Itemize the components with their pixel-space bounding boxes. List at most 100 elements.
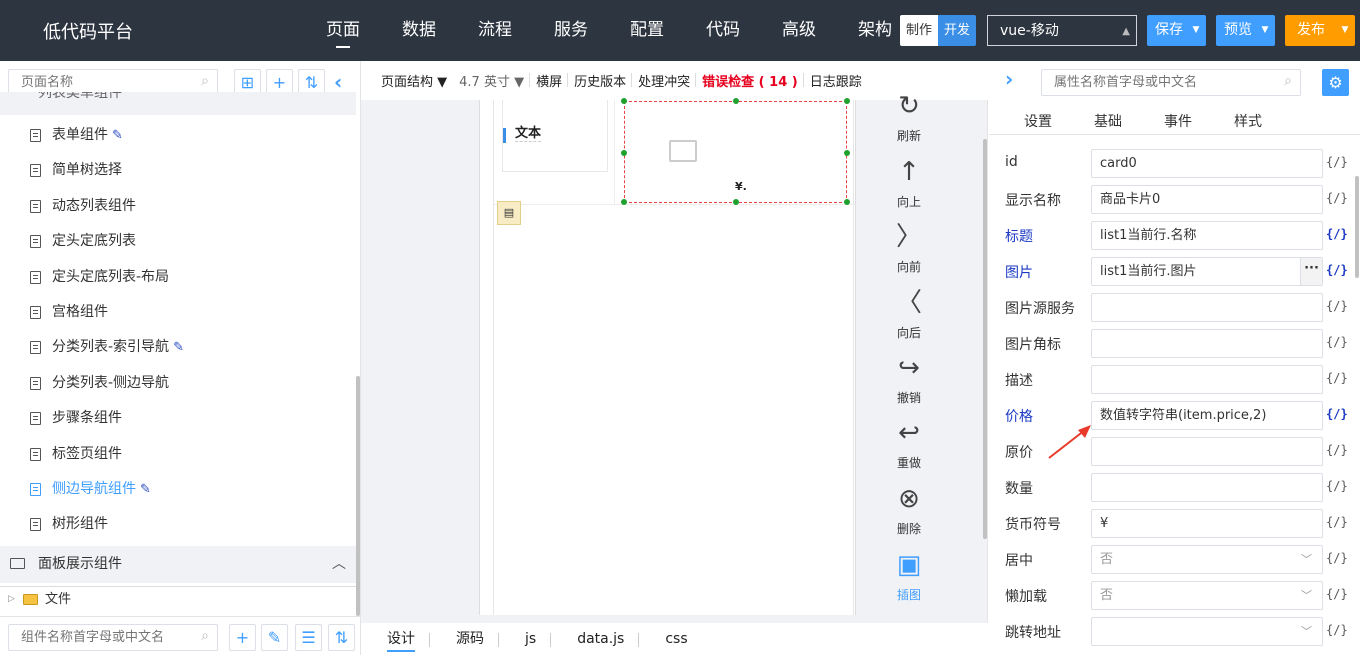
property-input[interactable] bbox=[1091, 293, 1323, 322]
expand-panel-icon[interactable]: › bbox=[1005, 67, 1013, 91]
mode-make-button[interactable]: 制作 bbox=[900, 15, 938, 46]
resize-handle[interactable] bbox=[844, 199, 850, 205]
caret-down-icon[interactable]: ▼ bbox=[1335, 15, 1355, 46]
page-structure-button[interactable]: 页面结构 ▼ bbox=[375, 71, 453, 90]
list-item[interactable]: 分类列表-侧边导航 bbox=[0, 366, 356, 401]
save-button[interactable]: 保存 ▼ bbox=[1147, 15, 1206, 46]
component-search-input[interactable] bbox=[9, 625, 217, 650]
publish-button[interactable]: 发布 ▼ bbox=[1285, 15, 1355, 46]
expression-binding-button[interactable]: {/} bbox=[1326, 191, 1348, 205]
history-button[interactable]: 历史版本 bbox=[568, 71, 633, 90]
back-button[interactable]: 〈向后 bbox=[886, 288, 932, 341]
more-options-button[interactable]: ··· bbox=[1300, 258, 1322, 285]
device-size-select[interactable]: 4.7 英寸 ▼ bbox=[453, 71, 531, 90]
list-item[interactable]: 树形组件 bbox=[0, 507, 356, 542]
property-input[interactable] bbox=[1091, 473, 1323, 502]
property-search-input[interactable] bbox=[1042, 70, 1300, 95]
collapse-panel-icon[interactable]: ‹ bbox=[334, 70, 342, 94]
resize-handle[interactable] bbox=[844, 150, 850, 156]
expression-binding-button[interactable]: {/} bbox=[1326, 515, 1348, 529]
scrollbar[interactable] bbox=[356, 376, 360, 616]
tab-settings[interactable]: 设置 bbox=[1003, 105, 1073, 134]
tab-source[interactable]: 源码 bbox=[442, 628, 511, 650]
wrench-button[interactable]: ✎ bbox=[261, 624, 288, 651]
scrollbar[interactable] bbox=[983, 139, 987, 539]
property-select[interactable]: 否 ﹀ bbox=[1091, 545, 1323, 574]
refresh-button[interactable]: ↻ 刷新 bbox=[886, 91, 932, 144]
text-cell[interactable]: 文本 bbox=[502, 100, 608, 172]
list-item[interactable]: 分类列表-索引导航 ✎ bbox=[0, 330, 356, 365]
text-component[interactable]: 文本 bbox=[515, 122, 542, 142]
property-select[interactable]: 否 ﹀ bbox=[1091, 581, 1323, 610]
expression-binding-button[interactable]: {/} bbox=[1326, 299, 1348, 313]
property-select[interactable]: ﹀ bbox=[1091, 617, 1323, 646]
property-input[interactable] bbox=[1091, 365, 1323, 394]
selected-card-component[interactable]: ¥. bbox=[621, 98, 850, 205]
nav-item-code[interactable]: 代码 bbox=[685, 0, 761, 61]
expression-binding-button[interactable]: {/} bbox=[1326, 263, 1348, 277]
move-up-button[interactable]: ↑ 向上 bbox=[886, 157, 932, 210]
list-item[interactable]: 标签页组件 bbox=[0, 437, 356, 472]
property-input[interactable]: list1当前行.图片 ··· bbox=[1091, 257, 1323, 286]
property-input[interactable]: ¥ bbox=[1091, 509, 1323, 538]
expression-binding-button[interactable]: {/} bbox=[1326, 335, 1348, 349]
insert-image-button[interactable]: ▣ 插图 bbox=[886, 550, 932, 603]
scrollbar[interactable] bbox=[1355, 176, 1359, 278]
caret-down-icon[interactable]: ▼ bbox=[1255, 15, 1275, 46]
tab-css[interactable]: css bbox=[651, 628, 714, 650]
property-input[interactable] bbox=[1091, 329, 1323, 358]
tab-data-js[interactable]: data.js bbox=[563, 628, 651, 650]
resize-handle[interactable] bbox=[621, 199, 627, 205]
expression-binding-button[interactable]: {/} bbox=[1326, 155, 1348, 169]
nav-item-data[interactable]: 数据 bbox=[381, 0, 457, 61]
property-input[interactable] bbox=[1091, 437, 1323, 466]
pencil-icon[interactable]: ✎ bbox=[173, 330, 184, 365]
caret-down-icon[interactable]: ▼ bbox=[1186, 15, 1206, 46]
pencil-icon[interactable]: ✎ bbox=[112, 118, 123, 153]
component-marker-icon[interactable]: ▤ bbox=[497, 201, 521, 225]
list-order-button[interactable]: ☰ bbox=[295, 624, 322, 651]
resize-handle[interactable] bbox=[621, 98, 627, 104]
settings-button[interactable]: ⚙ bbox=[1322, 69, 1349, 96]
expression-binding-button[interactable]: {/} bbox=[1326, 587, 1348, 601]
nav-item-flow[interactable]: 流程 bbox=[457, 0, 533, 61]
expression-binding-button[interactable]: {/} bbox=[1326, 443, 1348, 457]
sort-button[interactable]: ⇅ bbox=[328, 624, 355, 651]
nav-item-page[interactable]: 页面 bbox=[305, 0, 381, 61]
resize-handle[interactable] bbox=[844, 98, 850, 104]
list-item[interactable]: 步骤条组件 bbox=[0, 401, 356, 436]
forward-button[interactable]: 〉向前 bbox=[886, 222, 932, 275]
conflict-button[interactable]: 处理冲突 bbox=[632, 71, 697, 90]
tab-js[interactable]: js bbox=[511, 628, 563, 650]
platform-select[interactable]: vue-移动 ▲ bbox=[987, 15, 1137, 46]
tab-style[interactable]: 样式 bbox=[1213, 105, 1283, 134]
error-check-button[interactable]: 错误检查 ( 14 ) bbox=[696, 71, 804, 90]
expression-binding-button[interactable]: {/} bbox=[1326, 227, 1348, 241]
expression-binding-button[interactable]: {/} bbox=[1326, 371, 1348, 385]
expression-binding-button[interactable]: {/} bbox=[1326, 479, 1348, 493]
resize-handle[interactable] bbox=[621, 150, 627, 156]
property-input[interactable]: 商品卡片0 bbox=[1091, 185, 1323, 214]
file-tree-row[interactable]: ▷ 文件 bbox=[0, 586, 356, 611]
delete-button[interactable]: ⊗ 删除 bbox=[886, 484, 932, 537]
log-trace-button[interactable]: 日志跟踪 bbox=[804, 71, 868, 90]
undo-button[interactable]: ↪ 撤销 bbox=[886, 353, 932, 406]
landscape-button[interactable]: 横屏 bbox=[530, 71, 569, 90]
group-header-list[interactable]: 列表类单组件 bbox=[0, 92, 356, 115]
expression-binding-button[interactable]: {/} bbox=[1326, 623, 1348, 637]
list-item[interactable]: 宫格组件 bbox=[0, 295, 356, 330]
list-item[interactable]: 动态列表组件 bbox=[0, 189, 356, 224]
nav-item-service[interactable]: 服务 bbox=[533, 0, 609, 61]
list-item[interactable]: 定头定底列表-布局 bbox=[0, 260, 356, 295]
tab-events[interactable]: 事件 bbox=[1143, 105, 1213, 134]
preview-button[interactable]: 预览 ▼ bbox=[1216, 15, 1275, 46]
expand-triangle-icon[interactable]: ▷ bbox=[8, 587, 15, 612]
list-item[interactable]: 定头定底列表 bbox=[0, 224, 356, 259]
list-item[interactable]: 简单树选择 bbox=[0, 153, 356, 188]
property-input[interactable]: card0 bbox=[1091, 149, 1323, 178]
nav-item-advanced[interactable]: 高级 bbox=[761, 0, 837, 61]
expression-binding-button[interactable]: {/} bbox=[1326, 407, 1348, 421]
resize-handle[interactable] bbox=[733, 98, 739, 104]
nav-item-config[interactable]: 配置 bbox=[609, 0, 685, 61]
redo-button[interactable]: ↩ 重做 bbox=[886, 418, 932, 471]
